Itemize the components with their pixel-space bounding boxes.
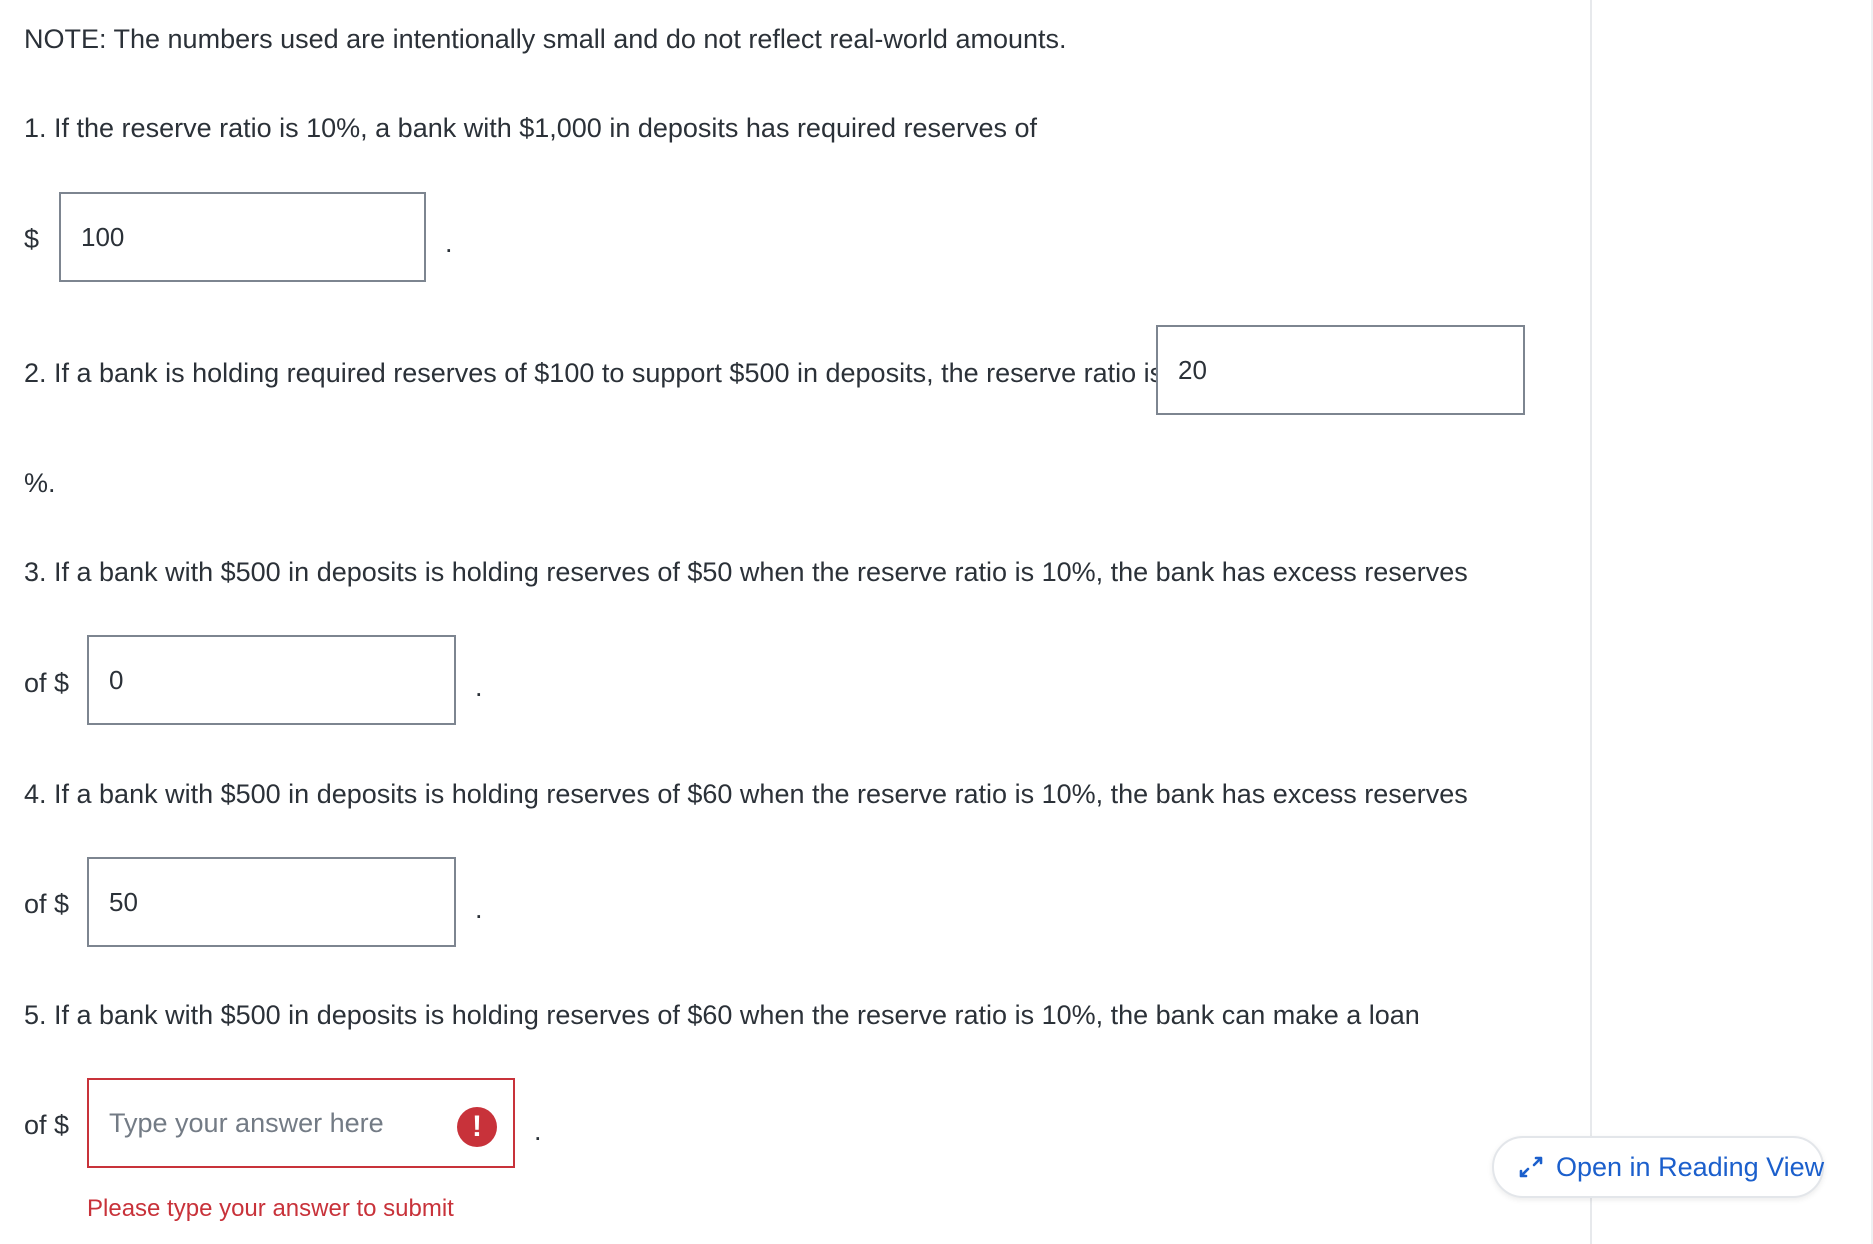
question-1-input[interactable]: 100 <box>59 192 426 282</box>
error-message: Please type your answer to submit <box>87 1195 454 1222</box>
question-1-text: 1. If the reserve ratio is 10%, a bank w… <box>24 113 1038 143</box>
question-4-input[interactable]: 50 <box>87 857 456 947</box>
question-4-prefix: of $ <box>24 889 70 919</box>
question-5-input-box[interactable]: ! <box>87 1078 515 1168</box>
question-2-suffix: %. <box>24 468 56 498</box>
question-4-text: 4. If a bank with $500 in deposits is ho… <box>24 779 1468 809</box>
question-panel: NOTE: The numbers used are intentionally… <box>0 0 1590 1244</box>
side-rail <box>1590 0 1873 1244</box>
question-1-prefix: $ <box>24 224 40 254</box>
open-reading-view-button[interactable]: Open in Reading View <box>1492 1136 1824 1198</box>
question-5-text: 5. If a bank with $500 in deposits is ho… <box>24 1000 1420 1030</box>
question-5-input[interactable] <box>109 1083 439 1164</box>
question-1-suffix: . <box>445 228 453 258</box>
question-3-prefix: of $ <box>24 668 70 698</box>
question-3-suffix: . <box>475 672 483 702</box>
question-2-input[interactable]: 20 <box>1156 325 1525 415</box>
open-reading-view-label: Open in Reading View <box>1556 1152 1825 1182</box>
question-5-suffix: . <box>534 1116 542 1146</box>
error-icon: ! <box>457 1107 497 1147</box>
question-4-suffix: . <box>475 894 483 924</box>
question-2-text: 2. If a bank is holding required reserve… <box>24 358 1164 388</box>
question-5-prefix: of $ <box>24 1110 70 1140</box>
expand-arrows-icon <box>1519 1156 1543 1178</box>
note-text: NOTE: The numbers used are intentionally… <box>24 24 1067 54</box>
question-3-text: 3. If a bank with $500 in deposits is ho… <box>24 557 1468 587</box>
question-3-input[interactable]: 0 <box>87 635 456 725</box>
